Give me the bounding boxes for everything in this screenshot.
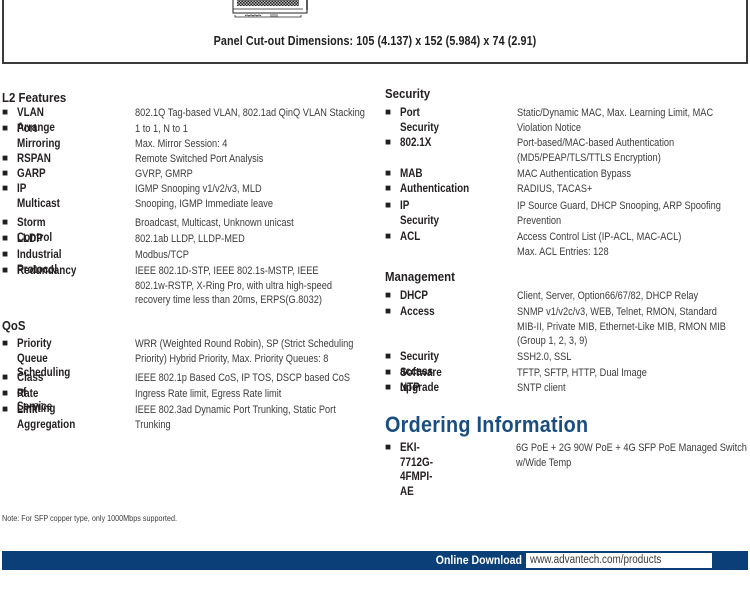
- spec-desc: SSH2.0, SSL: [517, 351, 572, 363]
- spec-desc: IEEE 802.1p Based CoS, IP TOS, DSCP base…: [135, 372, 351, 384]
- spec-name: IP Security: [400, 200, 440, 227]
- device-drawing-icon: [232, 0, 308, 18]
- bullet-icon: ■: [385, 107, 392, 118]
- bullet-icon: ■: [385, 442, 392, 453]
- part-number: EKI-7712G-4FMPI-AE: [400, 442, 433, 498]
- spec-name: GARP: [17, 168, 46, 180]
- spec-desc: 802.1Q Tag-based VLAN, 802.1ad QinQ VLAN…: [135, 107, 365, 119]
- ordering-information-title: Ordering Information: [385, 412, 589, 437]
- spec-desc: Ingress Rate limit, Egress Rate limit: [135, 388, 282, 400]
- section-title-security: Security: [385, 86, 431, 101]
- bullet-icon: ■: [2, 372, 9, 383]
- bullet-icon: ■: [385, 137, 392, 148]
- spec-name: Port Security: [400, 107, 440, 134]
- bullet-icon: ■: [2, 217, 9, 228]
- bullet-icon: ■: [385, 367, 392, 378]
- footer-bar: Online Download www.advantech.com/produc…: [2, 551, 748, 570]
- bullet-icon: ■: [2, 249, 9, 260]
- spec-desc: Access Control List (IP-ACL, MAC-ACL) Ma…: [517, 231, 682, 258]
- spec-desc: Modbus/TCP: [135, 249, 189, 261]
- spec-desc: MAC Authentication Bypass: [517, 168, 632, 180]
- download-url-link[interactable]: www.advantech.com/products: [530, 553, 661, 568]
- spec-name: ACL: [400, 231, 421, 243]
- spec-desc: 1 to 1, N to 1 Max. Mirror Session: 4: [135, 123, 228, 150]
- section-title-l2-features: L2 Features: [2, 90, 67, 105]
- spec-desc: WRR (Weighted Round Robin), SP (Strict S…: [135, 338, 354, 365]
- spec-desc: IEEE 802.3ad Dynamic Port Trunking, Stat…: [135, 404, 336, 431]
- spec-name: Access: [400, 306, 435, 318]
- bullet-icon: ■: [385, 290, 392, 301]
- bullet-icon: ■: [2, 168, 9, 179]
- spec-name: Link Aggregation: [17, 404, 76, 431]
- bullet-icon: ■: [385, 231, 392, 242]
- bullet-icon: ■: [2, 265, 9, 276]
- spec-desc: Remote Switched Port Analysis: [135, 153, 264, 165]
- spec-desc: GVRP, GMRP: [135, 168, 193, 180]
- spec-desc: TFTP, SFTP, HTTP, Dual Image: [517, 367, 647, 379]
- bullet-icon: ■: [2, 233, 9, 244]
- bullet-icon: ■: [385, 306, 392, 317]
- bullet-icon: ■: [385, 351, 392, 362]
- bullet-icon: ■: [2, 123, 9, 134]
- bullet-icon: ■: [385, 183, 392, 194]
- footnote: Note: For SFP copper type, only 1000Mbps…: [2, 513, 177, 523]
- spec-desc: SNTP client: [517, 382, 566, 394]
- panel-cutout-box: Panel Cut-out Dimensions: 105 (4.137) x …: [2, 0, 748, 64]
- spec-desc: IEEE 802.1D-STP, IEEE 802.1s-MSTP, IEEE …: [135, 265, 333, 306]
- bullet-icon: ■: [2, 338, 9, 349]
- spec-name: 802.1X: [400, 137, 432, 149]
- part-description: 6G PoE + 2G 90W PoE + 4G SFP PoE Managed…: [516, 442, 747, 469]
- spec-desc: Static/Dynamic MAC, Max. Learning Limit,…: [517, 107, 714, 134]
- spec-desc: RADIUS, TACAS+: [517, 183, 593, 195]
- spec-name: NTP: [400, 382, 420, 394]
- bullet-icon: ■: [385, 168, 392, 179]
- bullet-icon: ■: [2, 153, 9, 164]
- spec-name: RSPAN: [17, 153, 51, 165]
- bullet-icon: ■: [2, 107, 9, 118]
- spec-name: DHCP: [400, 290, 429, 302]
- spec-name: Redundancy: [17, 265, 77, 277]
- bullet-icon: ■: [2, 404, 9, 415]
- spec-desc: 802.1ab LLDP, LLDP-MED: [135, 233, 245, 245]
- spec-desc: Client, Server, Option66/67/82, DHCP Rel…: [517, 290, 699, 302]
- spec-name: MAB: [400, 168, 423, 180]
- spec-desc: SNMP v1/v2c/v3, WEB, Telnet, RMON, Stand…: [517, 306, 726, 347]
- spec-desc: IGMP Snooping v1/v2/v3, MLD Snooping, IG…: [135, 183, 273, 210]
- bullet-icon: ■: [385, 382, 392, 393]
- bullet-icon: ■: [2, 388, 9, 399]
- download-url-box[interactable]: www.advantech.com/products: [526, 553, 712, 568]
- spec-desc: Broadcast, Multicast, Unknown unicast: [135, 217, 294, 229]
- spec-desc: Port-based/MAC-based Authentication (MD5…: [517, 137, 675, 164]
- spec-name: IP Multicast: [17, 183, 60, 210]
- online-download-label: Online Download: [435, 553, 522, 567]
- bullet-icon: ■: [2, 183, 9, 194]
- section-title-qos: QoS: [2, 318, 26, 333]
- spec-name: LLDP: [17, 233, 43, 245]
- bullet-icon: ■: [385, 200, 392, 211]
- spec-desc: IP Source Guard, DHCP Snooping, ARP Spoo…: [517, 200, 721, 227]
- section-title-management: Management: [385, 269, 455, 284]
- panel-cutout-caption: Panel Cut-out Dimensions: 105 (4.137) x …: [213, 34, 537, 48]
- spec-name: Authentication: [400, 183, 470, 195]
- spec-name: Port Mirroring: [17, 123, 61, 150]
